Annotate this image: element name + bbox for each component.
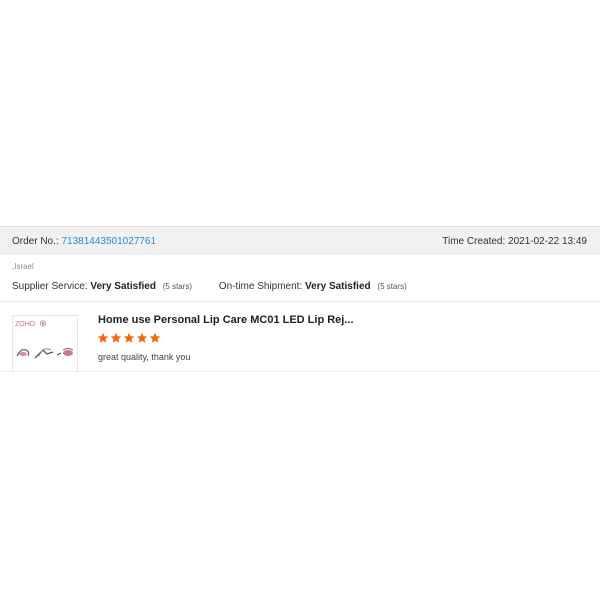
star-icon — [110, 332, 122, 343]
review-card: Order No.: 71381443501027761 Time Create… — [0, 226, 600, 373]
order-number-group: Order No.: 71381443501027761 — [12, 228, 156, 256]
order-number-link[interactable]: 71381443501027761 — [61, 236, 156, 247]
thumb-brand-text: ZOHO — [15, 321, 36, 328]
star-icon — [136, 332, 148, 343]
shipment-label: On-time Shipment: — [218, 281, 303, 292]
seller-ratings: Supplier Service: Very Satisfied (5 star… — [12, 280, 588, 294]
time-created-value: 2021-02-22 13:49 — [508, 236, 587, 247]
section-divider — [0, 301, 600, 302]
product-thumbnail[interactable]: ZOHO — [12, 315, 78, 373]
supplier-service-label: Supplier Service: — [12, 281, 88, 292]
product-image-icon: ZOHO — [15, 320, 74, 359]
order-number-label: Order No.: — [12, 236, 59, 247]
supplier-service-value: Very Satisfied — [90, 281, 156, 292]
time-created-label: Time Created: — [442, 236, 506, 247]
star-icon — [123, 332, 135, 343]
star-icon — [149, 332, 161, 343]
star-icon — [97, 332, 109, 343]
shipment-rating: On-time Shipment: Very Satisfied (5 star… — [219, 280, 407, 294]
buyer-country-text: Israel — [14, 262, 34, 271]
card-bottom-border — [0, 371, 600, 372]
shipment-value: Very Satisfied — [305, 281, 371, 292]
review-comment: great quality, thank you — [98, 352, 191, 362]
time-created-group: Time Created: 2021-02-22 13:49 — [442, 228, 587, 256]
product-title[interactable]: Home use Personal Lip Care MC01 LED Lip … — [98, 313, 354, 327]
supplier-service-stars: (5 stars) — [162, 282, 193, 291]
review-star-rating — [97, 332, 161, 344]
buyer-country: ,Israel — [12, 262, 34, 271]
review-meta: ,Israel Supplier Service: Very Satisfied… — [12, 261, 588, 294]
shipment-stars: (5 stars) — [377, 282, 407, 291]
supplier-service-rating: Supplier Service: Very Satisfied (5 star… — [12, 280, 192, 294]
order-header: Order No.: 71381443501027761 Time Create… — [0, 227, 600, 255]
